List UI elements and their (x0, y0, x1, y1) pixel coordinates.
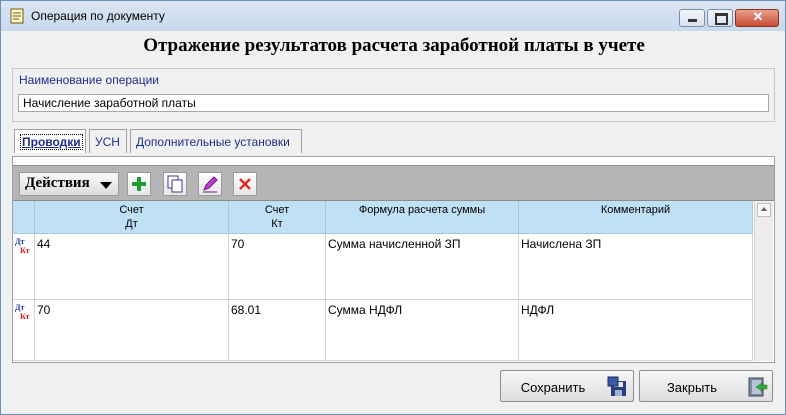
delete-icon (239, 178, 251, 190)
page-title: Отражение результатов расчета заработной… (143, 35, 645, 56)
title-bar: Операция по документу ✕ (1, 1, 785, 31)
chevron-down-icon (100, 182, 112, 189)
table-cell-formula[interactable]: Сумма начисленной ЗП (326, 234, 519, 300)
pencil-icon (203, 176, 218, 193)
posting-icon-dt: Дт (15, 237, 25, 246)
actions-label: Действия (25, 175, 90, 191)
postings-panel: Действия Счет Дт Счет Кт Формула расчета… (12, 156, 775, 363)
save-button[interactable]: Сохранить (500, 370, 634, 402)
dialog-window: Операция по документу ✕ Отражение резуль… (0, 0, 786, 415)
add-row-button[interactable] (127, 172, 151, 196)
tab-label: УСН (95, 135, 120, 149)
posting-icon-kt: Кт (20, 312, 30, 321)
table-cell-debit[interactable]: 70 (35, 300, 229, 361)
tab-usn[interactable]: УСН (89, 129, 127, 153)
window-title: Операция по документу (31, 9, 165, 23)
header-text: Кт (271, 218, 283, 230)
vertical-scrollbar[interactable] (754, 201, 773, 361)
table-cell-credit[interactable]: 70 (229, 234, 326, 300)
copy-row-button[interactable] (163, 172, 187, 196)
maximize-icon (715, 13, 728, 25)
edit-row-button[interactable] (198, 172, 222, 196)
posting-icon-dt: Дт (15, 303, 25, 312)
tab-label: Проводки (20, 134, 83, 150)
copy-icon (167, 175, 183, 193)
operation-group: Наименование операции Начисление заработ… (12, 68, 775, 122)
table-cell-formula[interactable]: Сумма НДФЛ (326, 300, 519, 361)
header-text: Счет (119, 204, 144, 216)
exit-door-icon (748, 377, 768, 397)
tab-label: Дополнительные установки (136, 135, 290, 149)
postings-table: Счет Дт Счет Кт Формула расчета суммы Ко… (13, 201, 753, 361)
posting-icon-kt: Кт (20, 246, 30, 255)
posting-icon: Дт Кт (15, 303, 33, 325)
save-button-label: Сохранить (520, 380, 586, 395)
header-text: Комментарий (600, 204, 671, 216)
minimize-icon (688, 19, 697, 22)
close-button-label: Закрыть (666, 380, 718, 395)
table-header-comment[interactable]: Комментарий (519, 201, 753, 234)
scroll-up-button[interactable] (757, 203, 771, 217)
table-header-debit[interactable]: Счет Дт (35, 201, 229, 234)
minimize-button[interactable] (679, 9, 705, 27)
save-disk-icon (607, 376, 626, 396)
tab-additional-settings[interactable]: Дополнительные установки (130, 129, 302, 153)
table-header-credit[interactable]: Счет Кт (229, 201, 326, 234)
table-row-icon-cell[interactable]: Дт Кт (13, 300, 35, 361)
table-cell-debit[interactable]: 44 (35, 234, 229, 300)
maximize-button[interactable] (707, 9, 733, 27)
operation-label: Наименование операции (19, 73, 159, 87)
close-button[interactable]: Закрыть (639, 370, 773, 402)
table-row-icon-cell[interactable]: Дт Кт (13, 234, 35, 300)
actions-menu-button[interactable]: Действия (19, 172, 119, 196)
document-icon (10, 8, 24, 24)
table-cell-credit[interactable]: 68.01 (229, 300, 326, 361)
table-header-formula[interactable]: Формула расчета суммы (326, 201, 519, 234)
table-cell-comment[interactable]: Начислена ЗП (519, 234, 753, 300)
close-icon: ✕ (752, 9, 764, 24)
header-text: Дт (125, 218, 138, 230)
posting-icon: Дт Кт (15, 237, 33, 259)
header-text: Формула расчета суммы (358, 204, 486, 216)
table-cell-comment[interactable]: НДФЛ (519, 300, 753, 361)
plus-icon (132, 177, 146, 191)
operation-name-input[interactable]: Начисление заработной платы (18, 94, 769, 112)
close-window-button[interactable]: ✕ (735, 9, 779, 27)
delete-row-button[interactable] (233, 172, 257, 196)
tab-postings[interactable]: Проводки (14, 129, 86, 153)
table-header-icon (13, 201, 35, 234)
header-text: Счет (264, 204, 290, 216)
toolbar: Действия (13, 165, 774, 201)
